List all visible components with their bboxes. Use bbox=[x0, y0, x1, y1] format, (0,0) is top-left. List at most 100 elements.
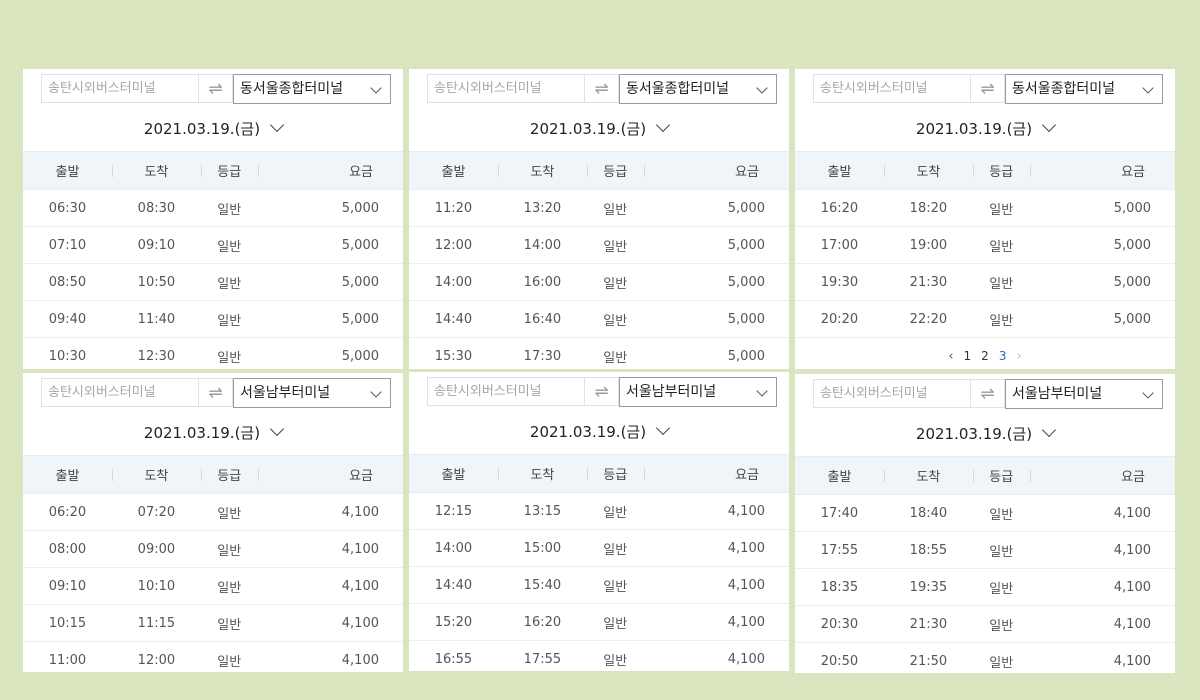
fare: 5,000 bbox=[643, 189, 789, 227]
fare: 4,100 bbox=[1029, 494, 1175, 532]
table-row[interactable]: 09:40 11:40 일반 5,000 bbox=[23, 300, 403, 338]
date-selector[interactable]: 2021.03.19.(금) bbox=[23, 417, 403, 455]
arrival-time: 21:30 bbox=[883, 605, 973, 643]
col-arrival: 도착 bbox=[111, 455, 201, 494]
origin-terminal-input[interactable]: 송탄시외버스터미널 bbox=[427, 377, 584, 406]
origin-terminal-input[interactable]: 송탄시외버스터미널 bbox=[427, 74, 584, 103]
table-row[interactable]: 10:30 12:30 일반 5,000 bbox=[23, 337, 403, 369]
date-selector[interactable]: 2021.03.19.(금) bbox=[795, 418, 1175, 456]
departure-time: 10:30 bbox=[23, 337, 112, 369]
chevron-down-icon bbox=[1042, 117, 1057, 133]
grade: 일반 bbox=[200, 493, 258, 531]
swap-icon[interactable]: ⇌ bbox=[970, 74, 1005, 103]
destination-terminal-select[interactable]: 동서울종합터미널 bbox=[1005, 74, 1163, 104]
origin-terminal-input[interactable]: 송탄시외버스터미널 bbox=[813, 74, 970, 103]
departure-time: 14:40 bbox=[409, 566, 498, 604]
table-row[interactable]: 18:35 19:35 일반 4,100 bbox=[795, 568, 1175, 606]
date-selector[interactable]: 2021.03.19.(금) bbox=[23, 113, 403, 151]
destination-terminal-select[interactable]: 서울남부터미널 bbox=[233, 378, 391, 408]
arrival-time: 19:00 bbox=[883, 226, 973, 264]
table-row[interactable]: 11:00 12:00 일반 4,100 bbox=[23, 641, 403, 672]
chevron-left-icon[interactable]: ‹ bbox=[948, 349, 953, 364]
table-row[interactable]: 10:15 11:15 일반 4,100 bbox=[23, 604, 403, 642]
pagination: ‹ 1 2 3 › bbox=[795, 338, 1175, 369]
fare: 5,000 bbox=[1029, 226, 1175, 264]
col-arrival: 도착 bbox=[111, 151, 201, 190]
fare: 4,100 bbox=[257, 530, 403, 568]
swap-icon[interactable]: ⇌ bbox=[584, 377, 619, 406]
destination-terminal-select[interactable]: 동서울종합터미널 bbox=[619, 74, 777, 104]
swap-icon[interactable]: ⇌ bbox=[198, 74, 233, 103]
grade: 일반 bbox=[972, 568, 1030, 606]
origin-terminal-input[interactable]: 송탄시외버스터미널 bbox=[41, 74, 198, 103]
table-row[interactable]: 20:20 22:20 일반 5,000 bbox=[795, 300, 1175, 338]
page-link[interactable]: 2 bbox=[981, 349, 989, 363]
table-row[interactable]: 17:55 18:55 일반 4,100 bbox=[795, 531, 1175, 569]
table-row[interactable]: 08:50 10:50 일반 5,000 bbox=[23, 263, 403, 301]
table-row[interactable]: 16:20 18:20 일반 5,000 bbox=[795, 189, 1175, 227]
origin-terminal-input[interactable]: 송탄시외버스터미널 bbox=[813, 379, 970, 408]
chevron-down-icon bbox=[756, 385, 768, 397]
table-row[interactable]: 15:20 16:20 일반 4,100 bbox=[409, 603, 789, 641]
departure-time: 12:15 bbox=[409, 492, 498, 530]
destination-terminal-select[interactable]: 동서울종합터미널 bbox=[233, 74, 391, 104]
timetable-body: 17:40 18:40 일반 4,100 17:55 18:55 일반 4,100 18:35 1… bbox=[795, 494, 1175, 673]
table-header: 출발 도착 등급 요금 bbox=[409, 151, 789, 190]
page-link[interactable]: 1 bbox=[964, 349, 972, 363]
col-arrival: 도착 bbox=[883, 456, 973, 495]
destination-terminal-select[interactable]: 서울남부터미널 bbox=[1005, 379, 1163, 409]
timetable: 출발 도착 등급 요금 06:20 07:20 일반 4,100 08:00 09:00 일… bbox=[23, 455, 403, 672]
table-row[interactable]: 17:00 19:00 일반 5,000 bbox=[795, 226, 1175, 264]
table-row[interactable]: 17:40 18:40 일반 4,100 bbox=[795, 494, 1175, 532]
fare: 5,000 bbox=[643, 226, 789, 264]
table-row[interactable]: 16:55 17:55 일반 4,100 bbox=[409, 640, 789, 671]
schedule-panel-3: 송탄시외버스터미널 ⇌ 동서울종합터미널 2021.03.19.(금) 출발 도… bbox=[795, 69, 1175, 369]
page-link[interactable]: 3 bbox=[999, 349, 1007, 363]
grade: 일반 bbox=[200, 530, 258, 568]
table-row[interactable]: 09:10 10:10 일반 4,100 bbox=[23, 567, 403, 605]
table-row[interactable]: 14:40 16:40 일반 5,000 bbox=[409, 300, 789, 338]
swap-icon[interactable]: ⇌ bbox=[198, 378, 233, 407]
arrival-time: 22:20 bbox=[883, 300, 973, 338]
date-selector[interactable]: 2021.03.19.(금) bbox=[409, 113, 789, 151]
arrival-time: 18:40 bbox=[883, 494, 973, 532]
table-row[interactable]: 20:50 21:50 일반 4,100 bbox=[795, 642, 1175, 673]
table-row[interactable]: 11:20 13:20 일반 5,000 bbox=[409, 189, 789, 227]
col-departure: 출발 bbox=[23, 151, 112, 190]
route-selector: 송탄시외버스터미널 ⇌ 서울남부터미널 bbox=[795, 374, 1175, 418]
table-row[interactable]: 12:15 13:15 일반 4,100 bbox=[409, 492, 789, 530]
date-selector[interactable]: 2021.03.19.(금) bbox=[409, 416, 789, 454]
table-row[interactable]: 14:00 16:00 일반 5,000 bbox=[409, 263, 789, 301]
table-row[interactable]: 12:00 14:00 일반 5,000 bbox=[409, 226, 789, 264]
swap-icon[interactable]: ⇌ bbox=[584, 74, 619, 103]
grade: 일반 bbox=[972, 605, 1030, 643]
table-row[interactable]: 06:30 08:30 일반 5,000 bbox=[23, 189, 403, 227]
table-row[interactable]: 20:30 21:30 일반 4,100 bbox=[795, 605, 1175, 643]
fare: 5,000 bbox=[257, 226, 403, 264]
destination-terminal-select[interactable]: 서울남부터미널 bbox=[619, 377, 777, 407]
arrival-time: 18:55 bbox=[883, 531, 973, 569]
table-row[interactable]: 19:30 21:30 일반 5,000 bbox=[795, 263, 1175, 301]
table-row[interactable]: 14:00 15:00 일반 4,100 bbox=[409, 529, 789, 567]
table-row[interactable]: 08:00 09:00 일반 4,100 bbox=[23, 530, 403, 568]
swap-icon[interactable]: ⇌ bbox=[970, 379, 1005, 408]
arrival-time: 12:30 bbox=[111, 337, 201, 369]
destination-label: 서울남부터미널 bbox=[626, 384, 717, 400]
grade: 일반 bbox=[972, 189, 1030, 227]
grade: 일반 bbox=[586, 566, 644, 604]
departure-time: 17:40 bbox=[795, 494, 884, 532]
origin-terminal-input[interactable]: 송탄시외버스터미널 bbox=[41, 378, 198, 407]
grade: 일반 bbox=[200, 641, 258, 672]
grade: 일반 bbox=[586, 300, 644, 338]
table-row[interactable]: 07:10 09:10 일반 5,000 bbox=[23, 226, 403, 264]
chevron-right-icon[interactable]: › bbox=[1016, 349, 1021, 364]
date-label: 2021.03.19.(금) bbox=[915, 425, 1033, 443]
fare: 4,100 bbox=[643, 529, 789, 567]
date-selector[interactable]: 2021.03.19.(금) bbox=[795, 113, 1175, 151]
grade: 일반 bbox=[586, 640, 644, 671]
fare: 4,100 bbox=[257, 567, 403, 605]
table-row[interactable]: 15:30 17:30 일반 5,000 bbox=[409, 337, 789, 369]
table-row[interactable]: 06:20 07:20 일반 4,100 bbox=[23, 493, 403, 531]
table-row[interactable]: 14:40 15:40 일반 4,100 bbox=[409, 566, 789, 604]
fare: 4,100 bbox=[257, 641, 403, 672]
